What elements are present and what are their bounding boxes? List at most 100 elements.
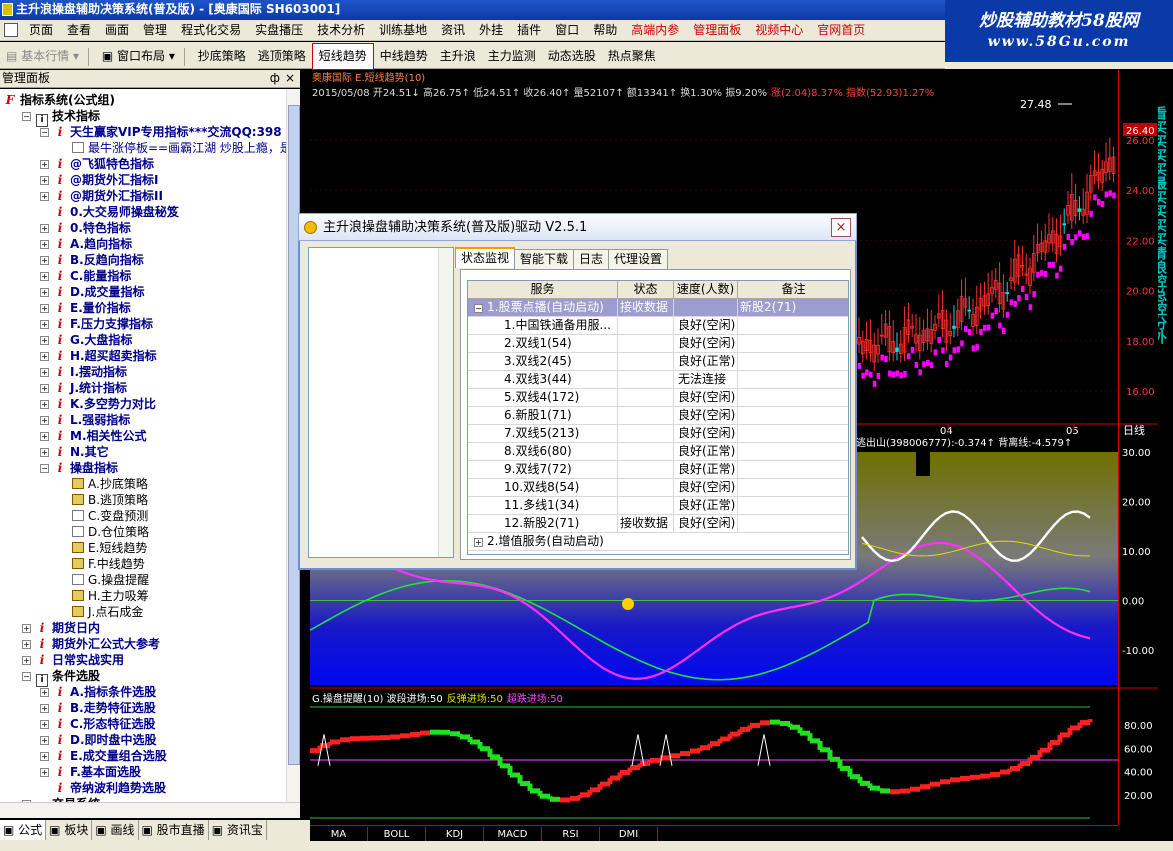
expand-icon[interactable]: + [22, 656, 31, 665]
expand-icon[interactable]: + [40, 736, 49, 745]
panel-tab-3[interactable]: ▣ 股市直播 [139, 820, 209, 840]
expand-icon[interactable]: + [40, 176, 49, 185]
expand-icon[interactable]: + [40, 256, 49, 265]
pin-icon[interactable]: ф [270, 70, 280, 87]
tree-node[interactable]: + i B.反趋向指标 [40, 252, 144, 268]
expand-icon[interactable]: + [40, 304, 49, 313]
tree-node[interactable]: + i F.基本面选股 [40, 764, 141, 780]
app-menu-icon[interactable] [4, 23, 18, 37]
expand-icon[interactable]: + [40, 320, 49, 329]
expand-icon[interactable]: + [40, 160, 49, 169]
tree-node[interactable]: + i C.形态特征选股 [40, 716, 155, 732]
menu-item-11[interactable]: 窗口 [548, 20, 586, 40]
panel-tab-0[interactable]: ▣ 公式 [0, 820, 47, 840]
indicator-tab-2[interactable]: KDJ [426, 827, 484, 842]
collapse-icon[interactable]: − [40, 128, 49, 137]
grid-row[interactable]: 4.双线3(44) 无法连接 [468, 371, 848, 389]
menu-item-10[interactable]: 插件 [510, 20, 548, 40]
tree-node[interactable]: + i B.走势特征选股 [40, 700, 156, 716]
tree-node[interactable]: + i @飞狐特色指标 [40, 156, 154, 172]
expand-icon[interactable]: + [40, 752, 49, 761]
expand-icon[interactable]: + [40, 192, 49, 201]
tree-node[interactable]: J.点石成金 [58, 604, 143, 620]
menu-item-9[interactable]: 外挂 [472, 20, 510, 40]
tree-node[interactable]: + i 期货日内 [22, 620, 100, 636]
column-header[interactable]: 备注 [738, 281, 848, 299]
tree-node[interactable]: + i E.成交量组合选股 [40, 748, 167, 764]
collapse-icon[interactable]: − [474, 304, 483, 313]
expand-icon[interactable]: + [474, 538, 483, 547]
menu-link-0[interactable]: 高端内参 [624, 20, 686, 40]
strategy-button-2[interactable]: 短线趋势 [311, 43, 374, 70]
tree-node[interactable]: i 0.大交易师操盘秘笈 [40, 204, 179, 220]
expand-icon[interactable]: + [40, 720, 49, 729]
dialog-tab-2[interactable]: 日志 [573, 249, 610, 269]
menu-item-2[interactable]: 画面 [98, 20, 136, 40]
tree-node[interactable]: E.短线趋势 [58, 540, 147, 556]
tree-node[interactable]: − i 操盘指标 [40, 460, 118, 476]
panel-tab-4[interactable]: ▣ 资讯宝 [209, 820, 267, 840]
collapse-icon[interactable]: − [22, 112, 31, 121]
strategy-button-4[interactable]: 主升浪 [434, 44, 482, 69]
expand-icon[interactable]: + [40, 768, 49, 777]
dialog-left-list[interactable] [308, 247, 454, 558]
grid-row[interactable]: 8.双线6(80) 良好(正常) [468, 443, 848, 461]
tree-node[interactable]: + i F.压力支撑指标 [40, 316, 153, 332]
tree-node[interactable]: H.主力吸筹 [58, 588, 149, 604]
tree-node[interactable]: + i D.即时盘中选股 [40, 732, 157, 748]
tree-node[interactable]: + i A.指标条件选股 [40, 684, 156, 700]
menu-item-8[interactable]: 资讯 [434, 20, 472, 40]
tree-node[interactable]: + i 期货外汇公式大参考 [22, 636, 160, 652]
column-header[interactable]: 状态 [618, 281, 674, 299]
expand-icon[interactable]: + [40, 352, 49, 361]
tree-hscrollbar[interactable] [0, 802, 300, 818]
tree-node[interactable]: + i M.相关性公式 [40, 428, 147, 444]
menu-item-1[interactable]: 查看 [60, 20, 98, 40]
grid-row[interactable]: 5.双线4(172) 良好(空闲) [468, 389, 848, 407]
grid-row[interactable]: +2.增值服务(自动启动) [468, 533, 848, 551]
expand-icon[interactable]: + [40, 240, 49, 249]
dialog-tab-0[interactable]: 状态监视 [455, 247, 516, 268]
expand-icon[interactable]: + [40, 432, 49, 441]
tree-node[interactable]: + i G.大盘指标 [40, 332, 132, 348]
menu-item-4[interactable]: 程式化交易 [174, 20, 248, 40]
tree-node[interactable]: F.中线趋势 [58, 556, 145, 572]
tree-node[interactable]: D.仓位策略 [58, 524, 149, 540]
dialog-list-scrollbar[interactable] [438, 248, 453, 557]
strategy-button-7[interactable]: 热点聚焦 [602, 44, 662, 69]
indicator-tab-5[interactable]: DMI [600, 827, 658, 842]
tree-node[interactable]: + i E.量价指标 [40, 300, 131, 316]
menu-link-1[interactable]: 管理面板 [686, 20, 748, 40]
panel-close-icon[interactable]: × [285, 70, 295, 87]
expand-icon[interactable]: + [40, 368, 49, 377]
expand-icon[interactable]: + [40, 704, 49, 713]
expand-icon[interactable]: + [40, 688, 49, 697]
tree-node[interactable]: − i 天生赢家VIP专用指标***交流QQ:398 [40, 124, 282, 140]
menu-item-7[interactable]: 训练基地 [372, 20, 434, 40]
tree-node[interactable]: + i I.摆动指标 [40, 364, 127, 380]
tree-node[interactable]: 最牛涨停板==画霸江湖 炒股上瘾，是L [58, 140, 286, 156]
tree-node[interactable]: + i L.强弱指标 [40, 412, 130, 428]
indicator-tab-0[interactable]: MA [310, 827, 368, 842]
tree-node[interactable]: + i A.趋向指标 [40, 236, 132, 252]
collapse-icon[interactable]: − [40, 464, 49, 473]
menu-item-3[interactable]: 管理 [136, 20, 174, 40]
tree-node[interactable]: A.抄底策略 [58, 476, 148, 492]
grid-row[interactable]: 11.多线1(34) 良好(正常) [468, 497, 848, 515]
grid-row[interactable]: −1.股票点播(自动启动) 接收数据 新股2(71) [468, 299, 848, 317]
tree-node[interactable]: + i K.多空势力对比 [40, 396, 156, 412]
tree-node[interactable]: + i N.其它 [40, 444, 109, 460]
grid-row[interactable]: 12.新股2(71) 接收数据 良好(空闲) [468, 515, 848, 533]
strategy-button-0[interactable]: 抄底策略 [192, 44, 252, 69]
strategy-button-1[interactable]: 逃顶策略 [252, 44, 312, 69]
expand-icon[interactable]: + [40, 272, 49, 281]
tree-node[interactable]: B.逃顶策略 [58, 492, 148, 508]
expand-icon[interactable]: + [40, 448, 49, 457]
column-header[interactable]: 服务 [468, 281, 618, 299]
grid-row[interactable]: 2.双线1(54) 良好(空闲) [468, 335, 848, 353]
strategy-button-5[interactable]: 主力监测 [482, 44, 542, 69]
grid-row[interactable]: 1.中国铁通备用服... 良好(空闲) [468, 317, 848, 335]
grid-row[interactable]: 7.双线5(213) 良好(空闲) [468, 425, 848, 443]
menu-item-5[interactable]: 实盘播压 [248, 20, 310, 40]
tree-node[interactable]: + i 0.特色指标 [40, 220, 131, 236]
